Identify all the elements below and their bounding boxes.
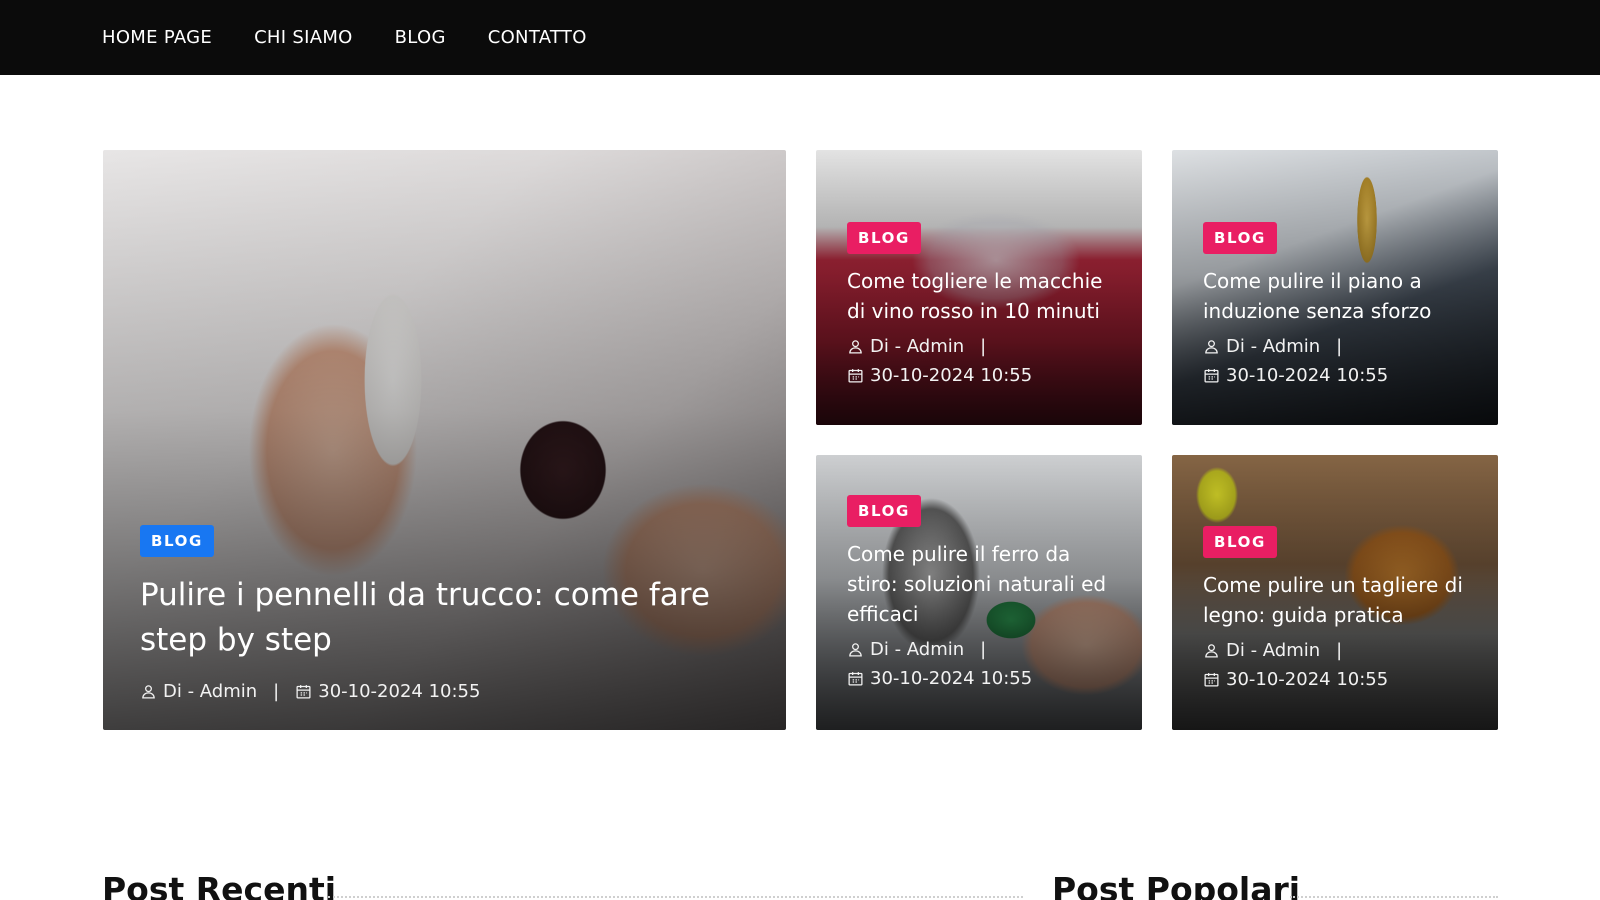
user-icon: [1205, 340, 1218, 354]
category-badge[interactable]: BLOG: [847, 222, 921, 254]
post-card[interactable]: BLOG Come togliere le macchie di vino ro…: [816, 150, 1142, 425]
post-card[interactable]: BLOG Come pulire un tagliere di legno: g…: [1172, 455, 1498, 730]
category-badge[interactable]: BLOG: [140, 525, 214, 558]
post-meta-date: 30-10-2024 10:55: [1203, 669, 1474, 690]
post-meta-author: Di - Admin |: [1203, 640, 1474, 661]
post-author: Di - Admin: [163, 681, 258, 702]
post-card[interactable]: BLOG Come pulire il piano a induzione se…: [1172, 150, 1498, 425]
calendar-icon: [1204, 369, 1219, 383]
calendar-icon: [848, 672, 863, 686]
user-icon: [849, 340, 862, 354]
category-badge[interactable]: BLOG: [1203, 526, 1277, 558]
post-title[interactable]: Come pulire il piano a induzione senza s…: [1203, 266, 1474, 326]
post-meta-author: Di - Admin |: [847, 336, 1118, 357]
user-icon: [1205, 644, 1218, 658]
post-date: 30-10-2024 10:55: [1226, 365, 1389, 386]
meta-separator: |: [980, 639, 987, 660]
meta-separator: |: [1336, 336, 1343, 357]
meta-separator: |: [980, 336, 987, 357]
post-meta-author: Di - Admin |: [847, 639, 1118, 660]
post-date: 30-10-2024 10:55: [870, 668, 1033, 689]
user-icon: [142, 685, 155, 699]
post-meta-date: 30-10-2024 10:55: [1203, 365, 1474, 386]
post-title[interactable]: Come pulire il ferro da stiro: soluzioni…: [847, 539, 1118, 629]
meta-separator: |: [1336, 640, 1343, 661]
calendar-icon: [848, 369, 863, 383]
post-author: Di - Admin: [1226, 640, 1321, 661]
post-title[interactable]: Come togliere le macchie di vino rosso i…: [847, 266, 1118, 326]
post-author: Di - Admin: [870, 336, 965, 357]
post-title[interactable]: Come pulire un tagliere di legno: guida …: [1203, 570, 1474, 630]
nav-home-page[interactable]: HOME PAGE: [102, 27, 212, 48]
section-title-recent: Post Recenti: [102, 870, 337, 900]
post-author: Di - Admin: [870, 639, 965, 660]
category-badge[interactable]: BLOG: [847, 495, 921, 527]
calendar-icon: [296, 685, 311, 699]
category-badge[interactable]: BLOG: [1203, 222, 1277, 254]
post-date: 30-10-2024 10:55: [1226, 669, 1389, 690]
nav-contatto[interactable]: CONTATTO: [488, 27, 587, 48]
post-meta-author: Di - Admin |: [1203, 336, 1474, 357]
section-divider: [328, 896, 1023, 898]
meta-separator: |: [273, 681, 280, 702]
section-divider: [1290, 896, 1498, 898]
post-meta-date: 30-10-2024 10:55: [847, 365, 1118, 386]
nav-blog[interactable]: BLOG: [395, 27, 446, 48]
post-author: Di - Admin: [1226, 336, 1321, 357]
nav-chi-siamo[interactable]: CHI SIAMO: [254, 27, 353, 48]
post-date: 30-10-2024 10:55: [318, 681, 481, 702]
post-meta: Di - Admin | 30-10-2024 10:55: [140, 681, 746, 702]
user-icon: [849, 643, 862, 657]
post-title[interactable]: Pulire i pennelli da trucco: come fare s…: [140, 573, 740, 663]
post-meta-date: 30-10-2024 10:55: [847, 668, 1118, 689]
featured-post-card[interactable]: BLOG Pulire i pennelli da trucco: come f…: [103, 150, 786, 730]
main-nav: HOME PAGE CHI SIAMO BLOG CONTATTO: [102, 0, 587, 75]
calendar-icon: [1204, 673, 1219, 687]
post-date: 30-10-2024 10:55: [870, 365, 1033, 386]
post-card[interactable]: BLOG Come pulire il ferro da stiro: solu…: [816, 455, 1142, 730]
top-navigation-bar: HOME PAGE CHI SIAMO BLOG CONTATTO: [0, 0, 1600, 75]
section-title-popular: Post Popolari: [1052, 870, 1301, 900]
